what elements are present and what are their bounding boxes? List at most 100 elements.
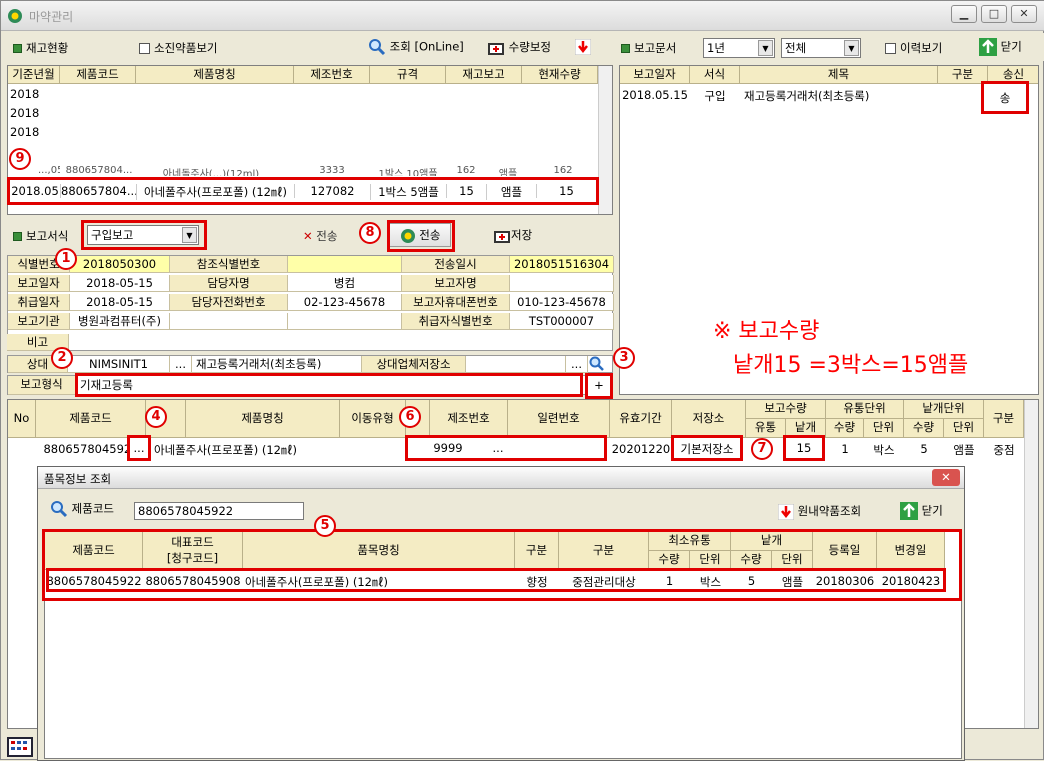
form-field[interactable]: 2018-05-15	[70, 275, 170, 292]
col-header[interactable]: 유통	[746, 419, 786, 438]
inhouse-drug-button[interactable]: 원내약품조회	[778, 503, 861, 520]
annotation-3: 3	[613, 347, 635, 369]
quantity-adjust-button[interactable]: 수량보정	[487, 39, 551, 56]
quantity-note-detail: 낱개15 =3박스=15앰플	[733, 353, 969, 378]
storage-field[interactable]: 기본저장소	[671, 435, 743, 461]
col-header[interactable]: 낱개단위	[904, 400, 984, 419]
form-label: 보고기관	[8, 313, 70, 330]
col-header[interactable]: 유효기간	[610, 400, 672, 438]
col-header[interactable]: 제품명칭	[186, 400, 340, 438]
form-field[interactable]: 2018051516304	[510, 256, 614, 273]
form-label: 취급일자	[8, 294, 70, 311]
table-row[interactable]: 2018.05.15 구입 재고등록거래처(최초등록)	[620, 87, 1038, 105]
col-header[interactable]: 저장소	[672, 400, 746, 438]
partner-code-field[interactable]: NIMSINIT1	[68, 356, 170, 373]
depleted-checkbox[interactable]: 소진약품보기	[139, 40, 217, 56]
form-field[interactable]: 02-123-45678	[288, 294, 402, 311]
chevron-down-icon: ▼	[758, 40, 773, 56]
col-header[interactable]: 구분	[984, 400, 1024, 438]
col-header[interactable]: 규격	[370, 66, 446, 84]
popup-close-button[interactable]: 닫기	[900, 502, 943, 520]
form-field[interactable]	[170, 313, 288, 330]
col-header[interactable]: 보고일자	[620, 66, 690, 84]
annotation-5: 5	[314, 515, 336, 537]
popup-close-icon[interactable]: ✕	[932, 469, 960, 486]
form-field[interactable]	[288, 313, 402, 330]
table-row[interactable]: 2018	[10, 106, 50, 120]
form-label: 보고자명	[402, 275, 510, 292]
col-header[interactable]: 제품명칭	[136, 66, 294, 84]
col-header[interactable]: 제품코드	[36, 400, 146, 438]
col-header[interactable]: 수량	[826, 419, 864, 438]
annotation-6: 6	[399, 406, 421, 428]
form-field[interactable]: 병컴	[288, 275, 402, 292]
add-button[interactable]: +	[585, 373, 613, 399]
magnifier-icon[interactable]	[589, 356, 605, 372]
minimize-button[interactable]: ▁	[951, 5, 977, 23]
medkit-icon	[488, 42, 504, 55]
partner-row: 상대 NIMSINIT1 ... 재고등록거래처(최초등록) 상대업체저장소 .…	[7, 355, 613, 373]
form-field[interactable]: TST000007	[510, 313, 614, 330]
form-field[interactable]: 2018050300	[70, 256, 170, 273]
maximize-button[interactable]: □	[981, 5, 1007, 23]
popup-code-input[interactable]: 8806578045922	[134, 502, 304, 520]
form-field[interactable]	[288, 256, 402, 273]
form-field[interactable]	[510, 275, 614, 292]
reports-close-button[interactable]: 닫기	[979, 38, 1022, 56]
col-header[interactable]: 단위	[944, 419, 984, 438]
report-type-field[interactable]: 기재고등록	[75, 373, 583, 397]
form-field[interactable]: 2018-05-15	[70, 294, 170, 311]
table-row[interactable]: ...,05 880657804... 아네돌주사(...)(12ml) 333…	[8, 162, 598, 176]
cancel-send-button[interactable]: ✕ 전송	[303, 228, 337, 244]
col-header[interactable]: 제조번호	[294, 66, 370, 84]
form-field[interactable]: 병원과컴퓨터(주)	[70, 313, 170, 330]
table-row[interactable]: 2018	[10, 125, 50, 139]
reports-section-label: 보고문서	[621, 40, 676, 56]
col-header[interactable]: 단위	[864, 419, 904, 438]
col-header[interactable]: 보고수량	[746, 400, 826, 419]
medkit-icon	[494, 230, 510, 243]
col-header[interactable]: 제목	[740, 66, 938, 84]
col-header[interactable]: 재고보고	[446, 66, 522, 84]
col-header[interactable]: 기준년월	[8, 66, 60, 84]
annotation-4: 4	[145, 406, 167, 428]
send-status-cell[interactable]: 송	[981, 81, 1029, 114]
col-header[interactable]: 유통단위	[826, 400, 904, 419]
annotation-1: 1	[55, 248, 77, 270]
report-qty-field[interactable]: 15	[783, 435, 825, 461]
history-checkbox[interactable]: 이력보기	[885, 40, 942, 56]
partner-name-field: 재고등록거래처(최초등록)	[192, 356, 362, 373]
product-lookup-button[interactable]: ...	[127, 435, 151, 461]
query-online-button[interactable]: 조회 [OnLine]	[368, 38, 464, 56]
table-row[interactable]: 2018	[10, 87, 50, 101]
save-button[interactable]: 저장	[493, 227, 532, 244]
period-select[interactable]: 1년 ▼	[703, 38, 775, 58]
highlight-box	[7, 177, 599, 205]
grid-view-icon[interactable]	[7, 737, 33, 757]
detail-scrollbar[interactable]	[1024, 400, 1038, 728]
lot-serial-field[interactable]: 9999 ...	[405, 435, 607, 461]
up-arrow-icon	[979, 38, 997, 56]
highlight-box	[46, 568, 946, 592]
type-select[interactable]: 전체 ▼	[781, 38, 861, 58]
form-label: 보고자휴대폰번호	[402, 294, 510, 311]
store-lookup-button[interactable]: ...	[566, 356, 588, 373]
col-header[interactable]: No	[8, 400, 36, 438]
form-field[interactable]: 010-123-45678	[510, 294, 614, 311]
col-header[interactable]: 일련번호	[508, 400, 610, 438]
partner-store-field[interactable]	[466, 356, 566, 373]
partner-lookup-button[interactable]: ...	[170, 356, 192, 373]
download-arrow-icon	[778, 503, 794, 520]
annotation-7: 7	[751, 438, 773, 460]
col-header[interactable]: 수량	[904, 419, 944, 438]
col-header[interactable]: 제조번호	[430, 400, 508, 438]
form-label: 담당자전화번호	[170, 294, 288, 311]
section-bullet-icon	[13, 232, 22, 241]
col-header[interactable]: 현재수량	[522, 66, 598, 84]
col-header[interactable]: 서식	[690, 66, 740, 84]
close-window-button[interactable]: ✕	[1011, 5, 1037, 23]
inventory-scrollbar[interactable]	[598, 66, 612, 214]
download-arrow-icon[interactable]	[575, 39, 591, 55]
col-header[interactable]: 이동유형	[340, 400, 406, 438]
col-header[interactable]: 제품코드	[60, 66, 136, 84]
